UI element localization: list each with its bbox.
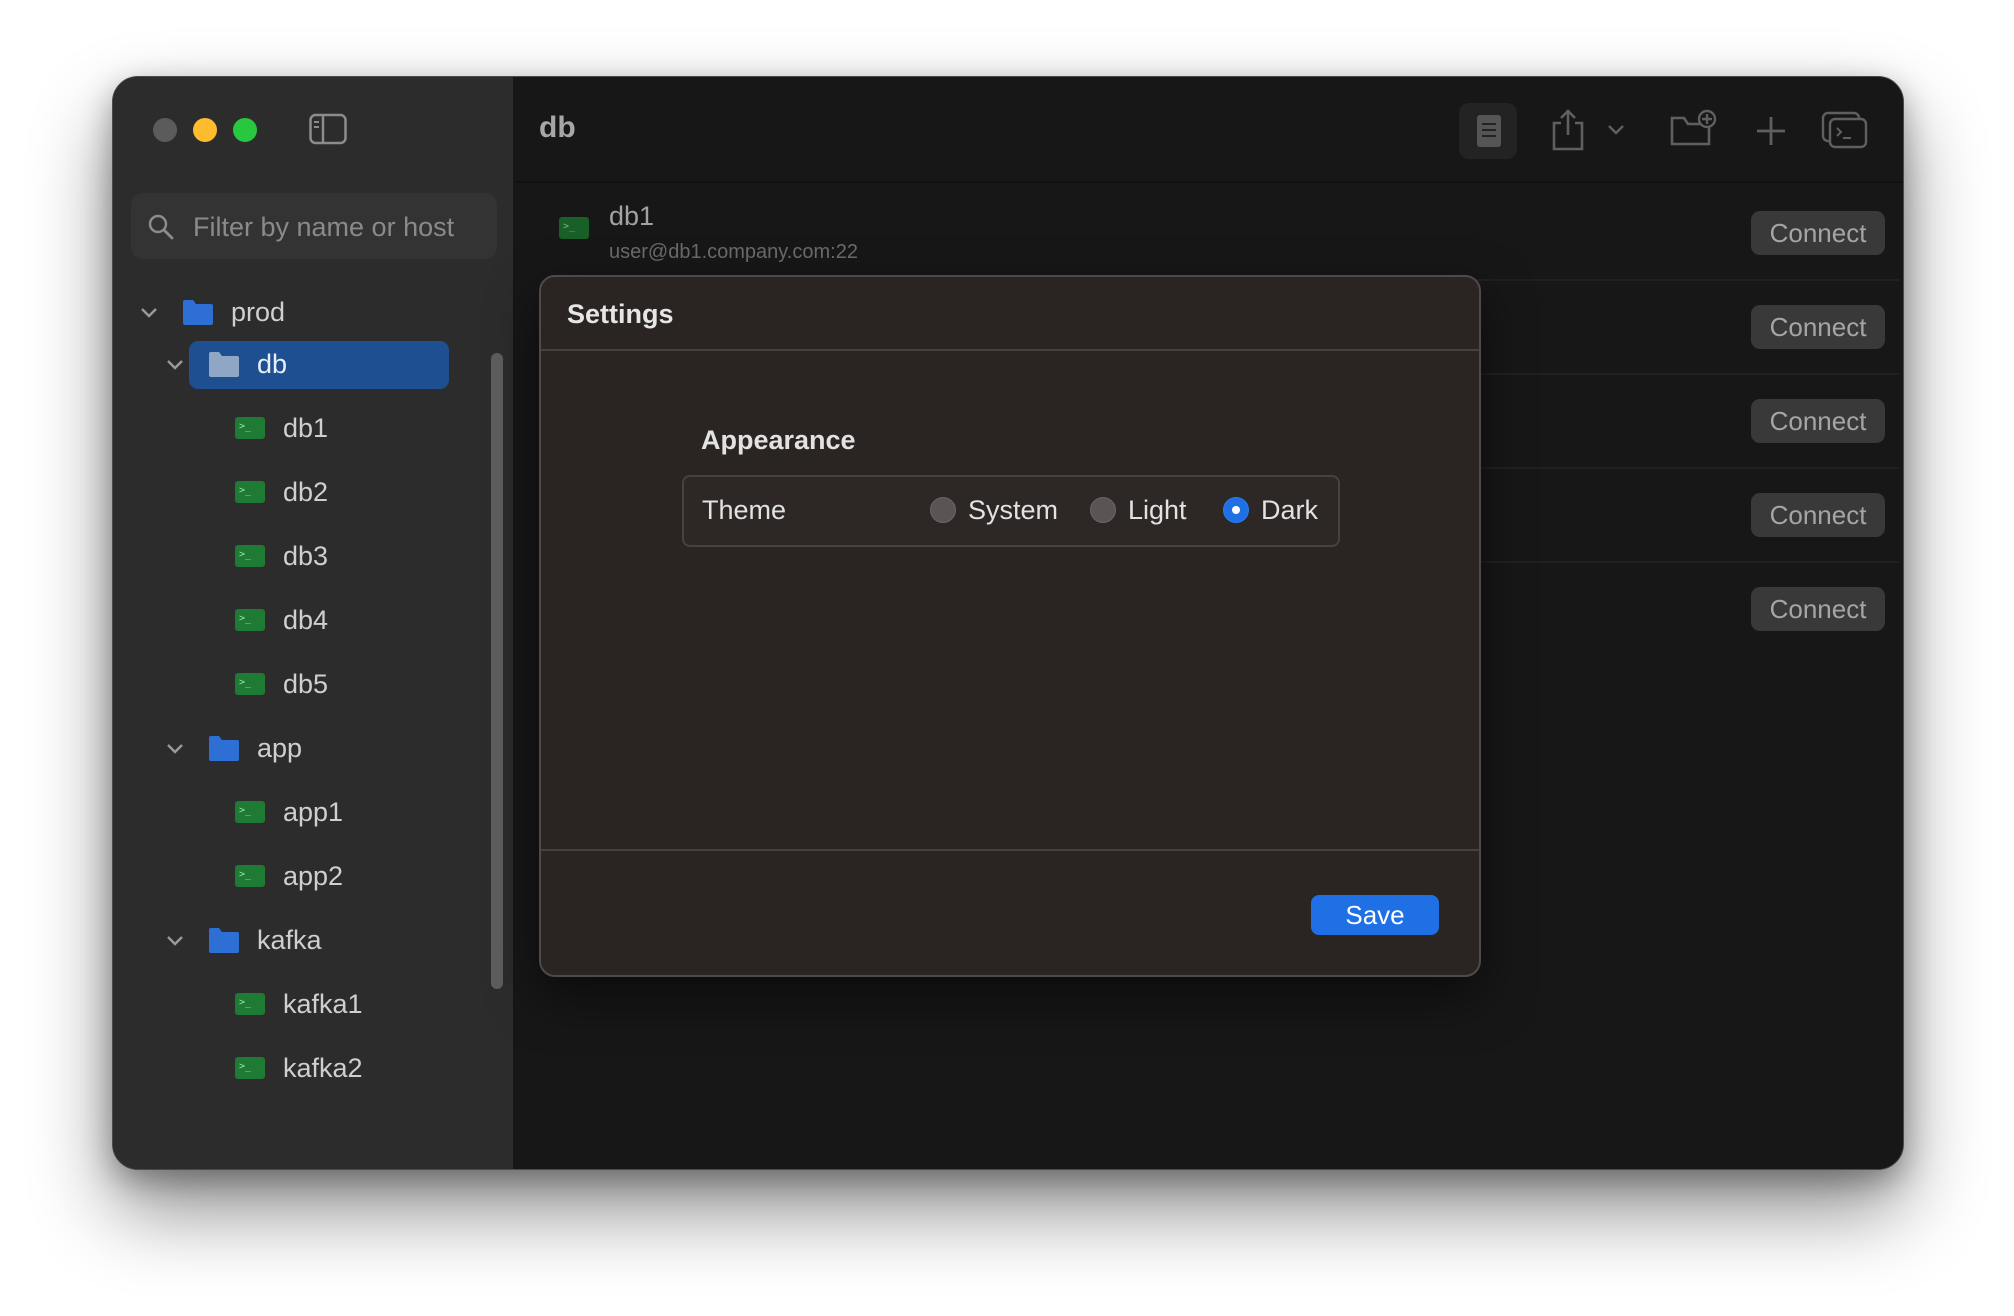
divider xyxy=(541,349,1479,351)
tree-label: app2 xyxy=(283,861,344,891)
tree-label: kafka1 xyxy=(283,989,363,1019)
tree-folder-app[interactable]: app xyxy=(113,725,473,773)
svg-text:>_: >_ xyxy=(239,805,252,816)
save-button[interactable]: Save xyxy=(1311,895,1439,935)
tree-label: db5 xyxy=(283,669,329,699)
terminal-icon: >_ xyxy=(233,989,267,1019)
theme-label: Theme xyxy=(702,495,787,525)
svg-text:>_: >_ xyxy=(239,485,252,496)
theme-option-light[interactable]: Light xyxy=(1090,495,1200,527)
svg-text:>_: >_ xyxy=(239,421,252,432)
radio-label: System xyxy=(968,495,1059,525)
terminal-icon: >_ xyxy=(233,861,267,891)
tree-label: prod xyxy=(231,297,286,327)
tree-host-db2[interactable]: >_ db2 xyxy=(113,469,473,517)
tree-folder-kafka[interactable]: kafka xyxy=(113,917,473,965)
terminal-icon: >_ xyxy=(233,541,267,571)
chevron-down-icon[interactable] xyxy=(139,303,159,323)
terminal-icon: >_ xyxy=(233,669,267,699)
tree-folder-prod[interactable]: prod xyxy=(113,289,473,337)
chevron-down-icon[interactable] xyxy=(165,355,185,375)
tree-label: kafka2 xyxy=(283,1053,363,1083)
theme-option-system[interactable]: System xyxy=(930,495,1070,527)
tree-host-app2[interactable]: >_ app2 xyxy=(113,853,473,901)
settings-dialog: Settings Appearance Theme System Light D… xyxy=(539,275,1481,977)
divider xyxy=(541,849,1479,851)
folder-icon xyxy=(181,297,215,327)
dialog-title: Settings xyxy=(567,299,674,329)
search-icon xyxy=(147,213,175,241)
sidebar-toggle-icon[interactable] xyxy=(309,113,347,145)
tree-label: app1 xyxy=(283,797,344,827)
svg-text:>_: >_ xyxy=(239,677,252,688)
radio-button[interactable] xyxy=(930,497,956,523)
tree-label: kafka xyxy=(257,925,322,955)
chevron-down-icon[interactable] xyxy=(165,931,185,951)
svg-text:>_: >_ xyxy=(239,869,252,880)
theme-option-dark[interactable]: Dark xyxy=(1223,495,1323,527)
tree-host-db1[interactable]: >_ db1 xyxy=(113,405,473,453)
close-window-button[interactable] xyxy=(153,118,177,142)
tree-host-db4[interactable]: >_ db4 xyxy=(113,597,473,645)
tree-host-db5[interactable]: >_ db5 xyxy=(113,661,473,709)
search-input[interactable] xyxy=(191,193,485,261)
terminal-icon: >_ xyxy=(233,797,267,827)
radio-label: Light xyxy=(1128,495,1187,525)
terminal-icon: >_ xyxy=(233,605,267,635)
theme-setting-group: Theme System Light Dark xyxy=(682,475,1340,547)
svg-text:>_: >_ xyxy=(239,549,252,560)
tree-host-app1[interactable]: >_ app1 xyxy=(113,789,473,837)
search-field[interactable] xyxy=(131,193,497,261)
tree-label: db xyxy=(257,349,288,379)
folder-icon xyxy=(207,733,241,763)
svg-text:>_: >_ xyxy=(239,1061,252,1072)
terminal-icon: >_ xyxy=(233,413,267,443)
tree-folder-db[interactable]: db xyxy=(113,341,473,389)
tree-host-kafka2[interactable]: >_ kafka2 xyxy=(113,1045,473,1093)
sidebar-scrollbar[interactable] xyxy=(491,353,503,989)
tree-label: db2 xyxy=(283,477,329,507)
folder-icon xyxy=(207,349,241,379)
svg-text:>_: >_ xyxy=(239,997,252,1008)
chevron-down-icon[interactable] xyxy=(165,739,185,759)
sidebar: prod db >_ db1 >_ db2 >_ xyxy=(113,77,515,1169)
radio-button-selected[interactable] xyxy=(1223,497,1249,523)
svg-text:>_: >_ xyxy=(239,613,252,624)
minimize-window-button[interactable] xyxy=(193,118,217,142)
tree-label: db1 xyxy=(283,413,329,443)
tree-host-db3[interactable]: >_ db3 xyxy=(113,533,473,581)
section-title: Appearance xyxy=(701,425,856,455)
tree-label: db3 xyxy=(283,541,329,571)
tree-label: app xyxy=(257,733,303,763)
terminal-icon: >_ xyxy=(233,1053,267,1083)
maximize-window-button[interactable] xyxy=(233,118,257,142)
tree-host-kafka1[interactable]: >_ kafka1 xyxy=(113,981,473,1029)
tree-label: db4 xyxy=(283,605,329,635)
folder-icon xyxy=(207,925,241,955)
app-window: prod db >_ db1 >_ db2 >_ xyxy=(112,76,1904,1170)
terminal-icon: >_ xyxy=(233,477,267,507)
radio-button[interactable] xyxy=(1090,497,1116,523)
radio-label: Dark xyxy=(1261,495,1319,525)
